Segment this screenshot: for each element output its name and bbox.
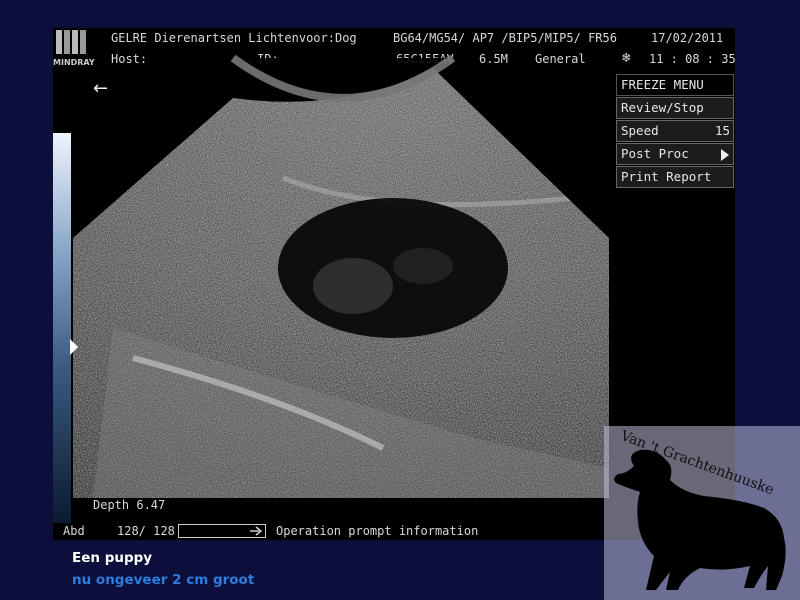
caption-title: Een puppy: [72, 550, 153, 566]
grayscale-bar: [53, 133, 71, 523]
caption-subtitle: nu ongeveer 2 cm groot: [72, 572, 255, 588]
speed-value: 15: [714, 123, 730, 138]
menu-item-print-report[interactable]: Print Report: [616, 166, 734, 188]
menu-item-speed[interactable]: Speed 15: [616, 120, 734, 142]
depth-readout: Depth 6.47: [93, 498, 166, 512]
freeze-menu: FREEZE MENU Review/Stop Speed 15 Post Pr…: [616, 74, 734, 189]
frame-counter: 128/ 128: [117, 524, 175, 538]
kennel-watermark: Van 't Grachtenhuuske: [604, 426, 800, 600]
menu-item-label: Review/Stop: [621, 100, 704, 115]
submenu-arrow-icon: [721, 149, 729, 161]
preset-label: Abd: [63, 524, 85, 538]
prompt-info: Operation prompt information: [276, 524, 479, 538]
cine-scrollbar[interactable]: [178, 524, 266, 538]
menu-item-post-proc[interactable]: Post Proc: [616, 143, 734, 165]
arrow-right-icon: [250, 526, 263, 536]
freeze-menu-title: FREEZE MENU: [616, 74, 734, 96]
menu-item-label: Post Proc: [621, 146, 689, 161]
menu-item-label: Print Report: [621, 169, 712, 184]
focus-marker-icon[interactable]: [70, 339, 78, 355]
menu-item-label: Speed: [621, 123, 659, 138]
menu-item-review-stop[interactable]: Review/Stop: [616, 97, 734, 119]
dog-silhouette-icon: [614, 449, 786, 590]
